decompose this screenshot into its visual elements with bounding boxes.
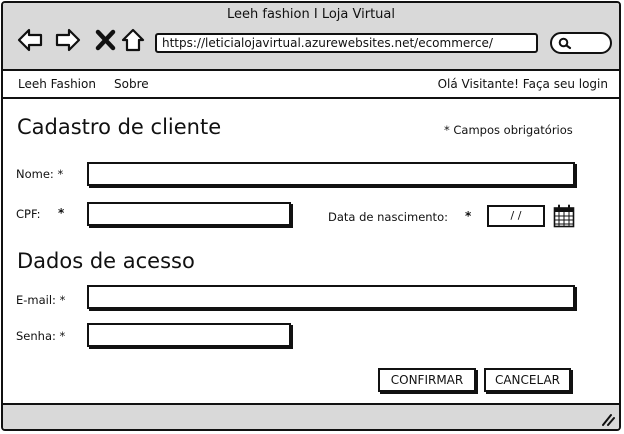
calendar-icon[interactable]	[553, 204, 575, 228]
login-link[interactable]: Olá Visitante! Faça seu login	[438, 77, 608, 91]
home-icon[interactable]	[120, 27, 146, 53]
cancel-button[interactable]: CANCELAR	[484, 368, 571, 392]
cpf-input[interactable]	[87, 202, 291, 226]
browser-titlebar: Leeh fashion I Loja Virtual https://leti…	[3, 3, 619, 71]
close-icon[interactable]	[93, 27, 119, 53]
email-input[interactable]	[87, 285, 575, 309]
confirm-button[interactable]: CONFIRMAR	[378, 368, 476, 392]
back-arrow-icon[interactable]	[17, 27, 43, 53]
cpf-required-mark: *	[58, 206, 65, 220]
name-input[interactable]	[87, 162, 575, 186]
email-label: E-mail: *	[16, 293, 66, 307]
registration-form: Cadastro de cliente * Campos obrigatório…	[3, 99, 619, 405]
birth-date-required-mark: *	[465, 209, 472, 223]
browser-search-box[interactable]	[550, 32, 612, 54]
password-label: Senha: *	[16, 329, 66, 343]
access-data-title: Dados de acesso	[17, 249, 195, 273]
cpf-label: CPF:	[16, 207, 41, 221]
birth-date-input[interactable]: / /	[487, 205, 545, 227]
name-label: Nome: *	[16, 167, 64, 181]
birth-date-label: Data de nascimento:	[328, 210, 448, 224]
search-icon	[558, 37, 572, 50]
required-fields-note: * Campos obrigatórios	[444, 123, 573, 137]
resize-grip-icon[interactable]	[599, 412, 615, 426]
forward-arrow-icon[interactable]	[55, 27, 81, 53]
form-title: Cadastro de cliente	[17, 115, 222, 139]
browser-statusbar	[3, 403, 619, 429]
menu-brand-link[interactable]: Leeh Fashion	[18, 77, 96, 91]
address-bar[interactable]: https://leticialojavirtual.azurewebsites…	[155, 33, 538, 53]
menu-about-link[interactable]: Sobre	[114, 77, 149, 91]
browser-window: Leeh fashion I Loja Virtual https://leti…	[1, 1, 621, 431]
site-menu: Leeh Fashion Sobre Olá Visitante! Faça s…	[3, 71, 619, 99]
password-input[interactable]	[87, 323, 291, 347]
window-title: Leeh fashion I Loja Virtual	[227, 7, 395, 22]
